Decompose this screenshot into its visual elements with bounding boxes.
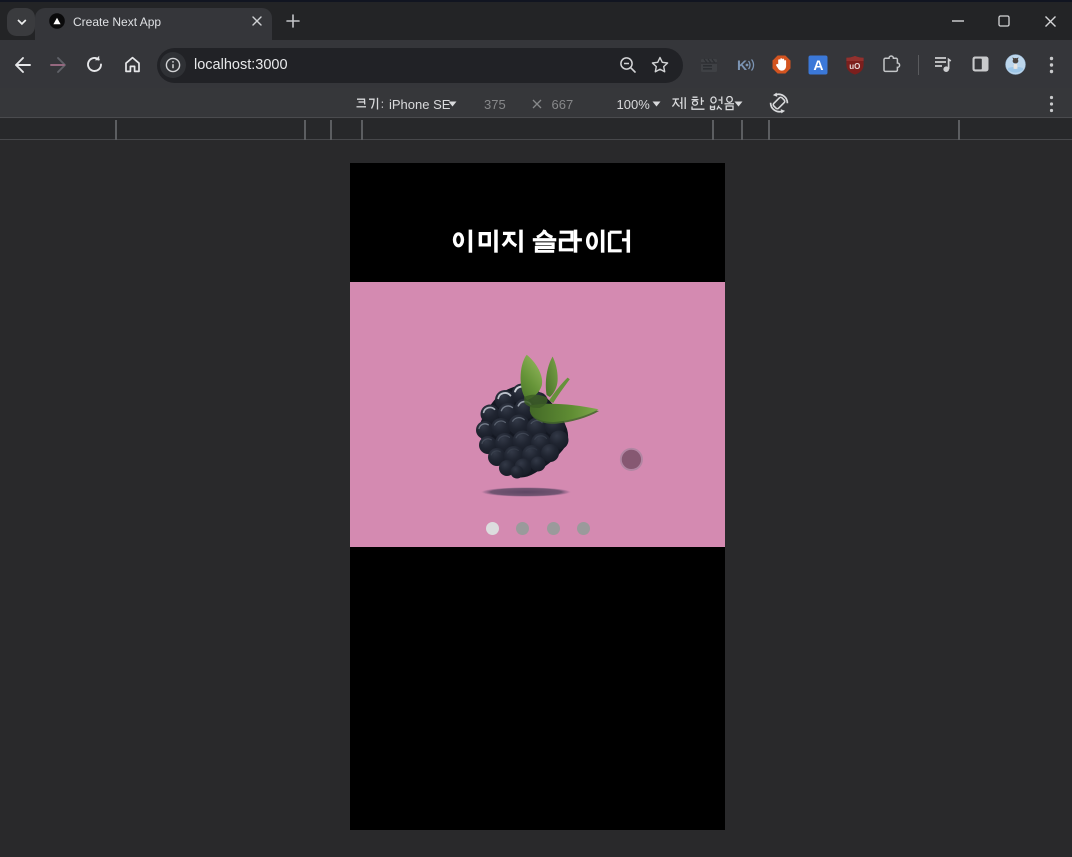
svg-text:A: A: [813, 57, 823, 73]
svg-text:uO: uO: [849, 62, 860, 71]
